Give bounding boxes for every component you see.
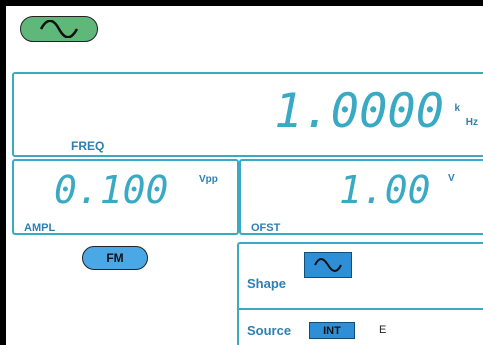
waveform-indicator[interactable] — [20, 16, 98, 42]
ofst-value: 1.00 — [339, 168, 431, 212]
modulation-settings-panel: Shape Source INT E — [237, 242, 483, 345]
generator-screen: 1.0000 k Hz FREQ 0.100 Vpp AMPL 1.00 V O… — [6, 6, 483, 345]
source-int-button[interactable]: INT — [309, 322, 355, 339]
freq-unit: Hz — [465, 117, 478, 128]
freq-label: FREQ — [71, 139, 105, 153]
fm-mode-label: FM — [106, 251, 124, 265]
source-ext-option[interactable]: E — [379, 324, 386, 336]
settings-divider — [239, 308, 483, 310]
shape-select-button[interactable] — [304, 252, 352, 278]
freq-panel[interactable]: 1.0000 k Hz FREQ — [12, 72, 483, 157]
shape-label: Shape — [247, 276, 287, 291]
fm-mode-button[interactable]: FM — [82, 246, 148, 270]
ofst-panel[interactable]: 1.00 V OFST — [239, 159, 483, 235]
ofst-unit: V — [448, 173, 455, 184]
freq-value: 1.0000 — [274, 84, 444, 139]
ampl-value: 0.100 — [54, 168, 169, 212]
source-label: Source — [247, 323, 292, 338]
sine-wave-icon — [39, 20, 79, 38]
ampl-label: AMPL — [24, 222, 56, 234]
ampl-unit: Vpp — [199, 174, 218, 185]
source-int-label: INT — [323, 324, 341, 337]
ofst-label: OFST — [251, 222, 281, 234]
freq-unit-prefix: k — [454, 103, 460, 114]
ampl-panel[interactable]: 0.100 Vpp AMPL — [12, 159, 239, 235]
sine-wave-icon — [314, 258, 342, 272]
